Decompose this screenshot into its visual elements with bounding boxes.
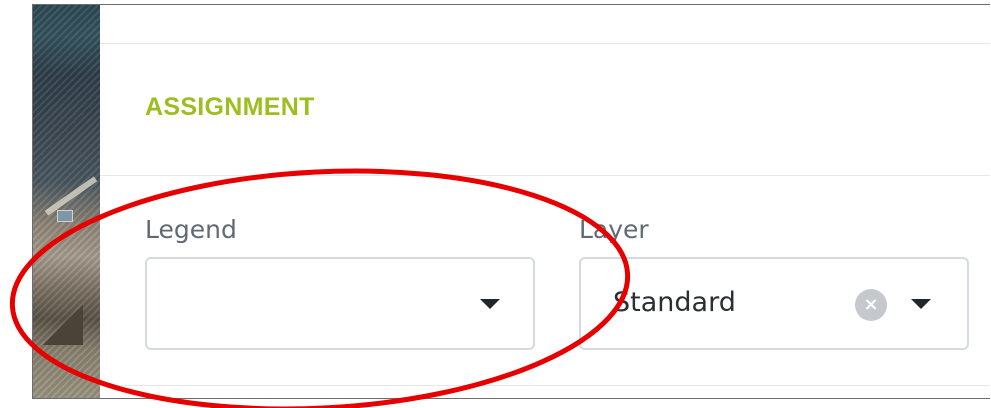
layer-label: Layer: [579, 215, 649, 244]
section-title: ASSIGNMENT: [145, 93, 315, 121]
caret-down-icon[interactable]: [480, 299, 500, 309]
divider: [100, 43, 990, 44]
legend-select[interactable]: [145, 257, 535, 350]
map-shadow: [43, 305, 83, 345]
layer-select[interactable]: Standard ×: [579, 257, 969, 350]
properties-panel: ASSIGNMENT Legend Layer Standard ×: [100, 5, 990, 398]
clear-icon[interactable]: ×: [855, 289, 887, 321]
divider: [100, 175, 990, 176]
layer-select-value: Standard: [613, 287, 736, 318]
app-frame: ASSIGNMENT Legend Layer Standard ×: [32, 4, 990, 399]
caret-down-icon[interactable]: [911, 299, 931, 309]
map-dormer: [57, 210, 73, 222]
legend-label: Legend: [145, 215, 237, 244]
divider: [100, 385, 990, 386]
map-background: [33, 5, 100, 398]
